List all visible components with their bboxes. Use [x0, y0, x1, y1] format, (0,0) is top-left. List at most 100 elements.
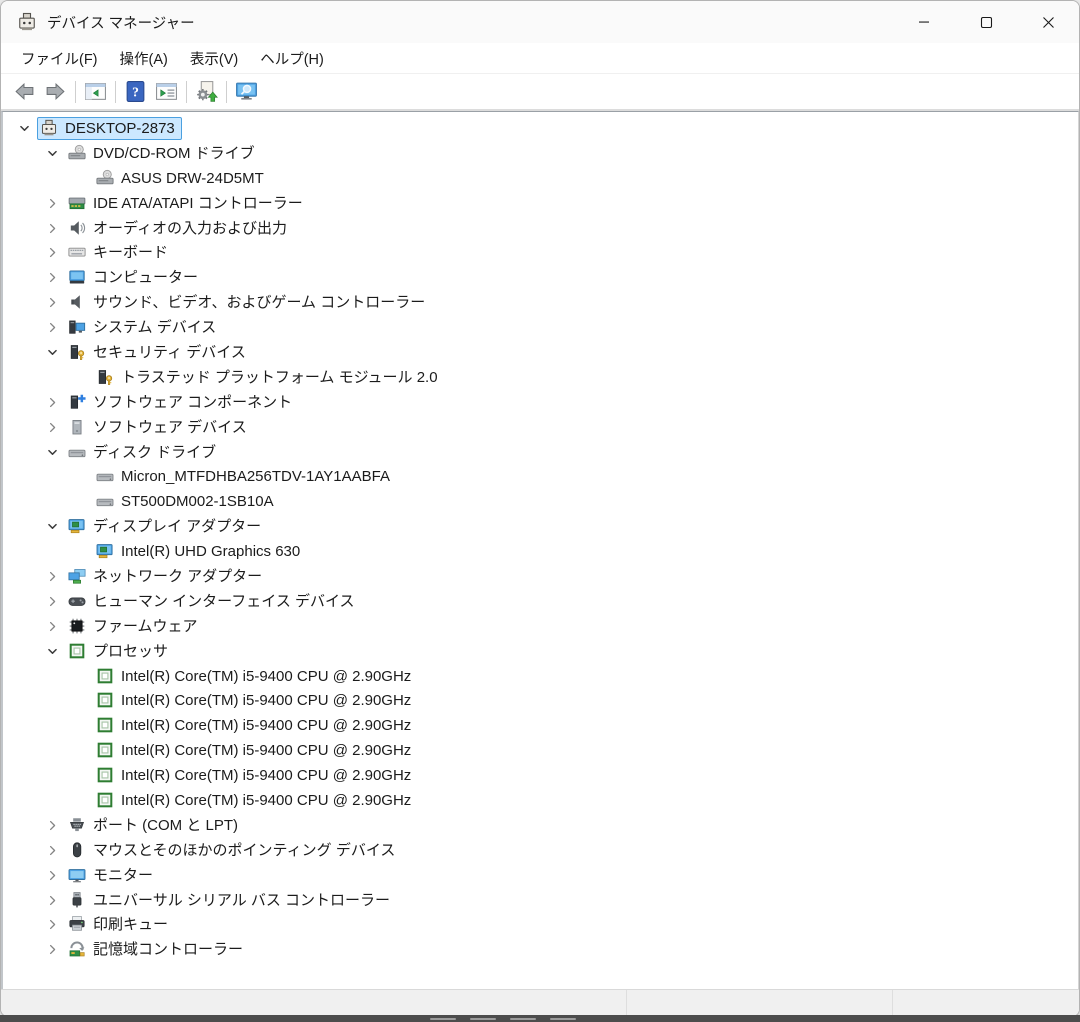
computer-icon — [40, 119, 58, 137]
tree-node[interactable]: Intel(R) Core(TM) i5-9400 CPU @ 2.90GHz — [3, 688, 1078, 713]
cd-drive-icon — [96, 169, 114, 187]
monitor-icon — [68, 866, 86, 884]
tree-node[interactable]: コンピューター — [3, 265, 1078, 290]
console-tree-icon — [84, 80, 107, 103]
serial-port-icon — [68, 816, 86, 834]
toolbar — [1, 74, 1079, 111]
statusbar-section — [627, 990, 893, 1016]
chevron-right-icon[interactable] — [39, 863, 65, 887]
chevron-right-icon[interactable] — [39, 291, 65, 315]
tree-node[interactable]: ディスプレイ アダプター — [3, 514, 1078, 539]
tree-node[interactable]: DESKTOP-2873 — [3, 116, 1078, 141]
scan-hardware-button[interactable] — [231, 77, 262, 107]
console-tree-button[interactable] — [80, 77, 111, 107]
mouse-icon — [68, 841, 86, 859]
tree-node[interactable]: ポート (COM と LPT) — [3, 813, 1078, 838]
help-button[interactable] — [120, 77, 151, 107]
chevron-right-icon[interactable] — [39, 390, 65, 414]
tree-node[interactable]: プロセッサ — [3, 639, 1078, 664]
tree-node[interactable]: ソフトウェア デバイス — [3, 415, 1078, 440]
chevron-right-icon[interactable] — [39, 938, 65, 962]
update-driver-button[interactable] — [191, 77, 222, 107]
chevron-down-icon[interactable] — [39, 340, 65, 364]
chevron-down-icon[interactable] — [11, 116, 37, 140]
chevron-right-icon[interactable] — [39, 316, 65, 340]
tree-node[interactable]: Intel(R) Core(TM) i5-9400 CPU @ 2.90GHz — [3, 788, 1078, 813]
chevron-right-icon[interactable] — [39, 888, 65, 912]
menu-view[interactable]: 表示(V) — [179, 44, 249, 73]
tree-node[interactable]: セキュリティ デバイス — [3, 340, 1078, 365]
taskbar-edge — [0, 1015, 1080, 1022]
chevron-down-icon[interactable] — [39, 639, 65, 663]
computer-monitor-icon — [68, 268, 86, 286]
device-tree: DESKTOP-2873 DVD/CD-ROM ドライブ ASUS DRW-24… — [1, 111, 1079, 989]
back-button[interactable] — [9, 77, 40, 107]
chevron-down-icon[interactable] — [39, 515, 65, 539]
chevron-down-icon[interactable] — [39, 440, 65, 464]
tree-node[interactable]: Micron_MTFDHBA256TDV-1AY1AABFA — [3, 464, 1078, 489]
network-adapter-icon — [68, 567, 86, 585]
tree-node[interactable]: ST500DM002-1SB10A — [3, 489, 1078, 514]
tree-node[interactable]: Intel(R) Core(TM) i5-9400 CPU @ 2.90GHz — [3, 713, 1078, 738]
tree-node[interactable]: サウンド、ビデオ、およびゲーム コントローラー — [3, 290, 1078, 315]
device-manager-window: デバイス マネージャー ファイル(F) 操作(A) 表示(V) ヘルプ(H) D… — [0, 0, 1080, 1017]
tree-node[interactable]: ユニバーサル シリアル バス コントローラー — [3, 888, 1078, 913]
toolbar-separator — [115, 80, 116, 103]
chevron-right-icon[interactable] — [39, 216, 65, 240]
chevron-right-icon[interactable] — [39, 813, 65, 837]
chevron-right-icon[interactable] — [39, 589, 65, 613]
tree-node[interactable]: システム デバイス — [3, 315, 1078, 340]
minimize-button[interactable] — [893, 1, 955, 43]
chevron-right-icon[interactable] — [39, 266, 65, 290]
tree-node[interactable]: DVD/CD-ROM ドライブ — [3, 141, 1078, 166]
tree-node[interactable]: 印刷キュー — [3, 913, 1078, 938]
tree-node[interactable]: ASUS DRW-24D5MT — [3, 166, 1078, 191]
chevron-right-icon[interactable] — [39, 564, 65, 588]
tree-node[interactable]: Intel(R) Core(TM) i5-9400 CPU @ 2.90GHz — [3, 738, 1078, 763]
cd-drive-icon — [68, 144, 86, 162]
tree-node[interactable]: モニター — [3, 863, 1078, 888]
chevron-right-icon[interactable] — [39, 241, 65, 265]
chevron-right-icon[interactable] — [39, 838, 65, 862]
chevron-right-icon[interactable] — [39, 614, 65, 638]
chevron-right-icon[interactable] — [39, 415, 65, 439]
tree-node[interactable]: ネットワーク アダプター — [3, 564, 1078, 589]
processor-icon — [96, 766, 114, 784]
tree-node[interactable]: Intel(R) Core(TM) i5-9400 CPU @ 2.90GHz — [3, 763, 1078, 788]
chevron-right-icon[interactable] — [39, 191, 65, 215]
menu-file[interactable]: ファイル(F) — [10, 44, 109, 73]
tree-node[interactable]: オーディオの入力および出力 — [3, 216, 1078, 241]
tree-node[interactable]: ディスク ドライブ — [3, 440, 1078, 465]
security-device-icon — [96, 368, 114, 386]
menu-help[interactable]: ヘルプ(H) — [249, 44, 335, 73]
maximize-icon — [980, 16, 992, 28]
storage-controller-icon — [68, 940, 86, 958]
tree-node[interactable]: 記憶域コントローラー — [3, 937, 1078, 962]
menu-action[interactable]: 操作(A) — [109, 44, 179, 73]
menubar: ファイル(F) 操作(A) 表示(V) ヘルプ(H) — [1, 43, 1079, 74]
software-component-icon — [68, 393, 86, 411]
ide-controller-icon — [68, 194, 86, 212]
tree-node[interactable]: IDE ATA/ATAPI コントローラー — [3, 191, 1078, 216]
chevron-right-icon[interactable] — [39, 913, 65, 937]
chevron-down-icon[interactable] — [39, 141, 65, 165]
tree-node[interactable]: Intel(R) Core(TM) i5-9400 CPU @ 2.90GHz — [3, 664, 1078, 689]
tree-node[interactable]: マウスとそのほかのポインティング デバイス — [3, 838, 1078, 863]
tree-node[interactable]: Intel(R) UHD Graphics 630 — [3, 539, 1078, 564]
close-button[interactable] — [1017, 1, 1079, 43]
disk-drive-icon — [96, 467, 114, 485]
tree-node[interactable]: キーボード — [3, 240, 1078, 265]
tree-node[interactable]: ファームウェア — [3, 614, 1078, 639]
forward-button[interactable] — [40, 77, 71, 107]
system-devices-icon — [68, 318, 86, 336]
tree-node[interactable]: トラステッド プラットフォーム モジュール 2.0 — [3, 365, 1078, 390]
toolbar-separator — [75, 80, 76, 103]
tree-node[interactable]: ヒューマン インターフェイス デバイス — [3, 589, 1078, 614]
tree-node[interactable]: ソフトウェア コンポーネント — [3, 390, 1078, 415]
properties-button[interactable] — [151, 77, 182, 107]
forward-icon — [44, 80, 67, 103]
maximize-button[interactable] — [955, 1, 1017, 43]
